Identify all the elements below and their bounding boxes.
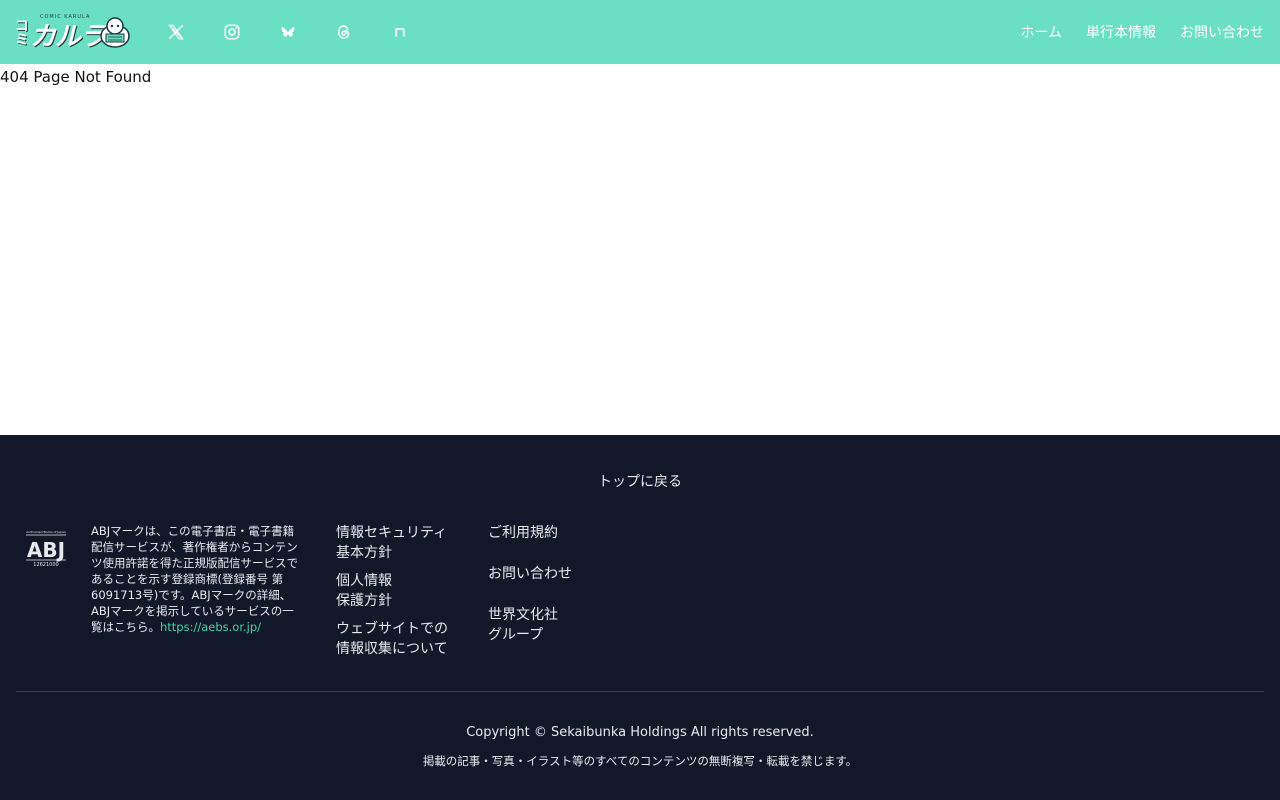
web-info-line2: 情報収集について: [336, 641, 448, 657]
x-icon[interactable]: [164, 20, 188, 44]
terms-link[interactable]: ご利用規約: [488, 523, 572, 543]
security-policy-line2: 基本方針: [336, 545, 392, 561]
not-found-message: 404 Page Not Found: [0, 68, 152, 86]
web-info-link[interactable]: ウェブサイトでの 情報収集について: [336, 619, 448, 659]
note-icon[interactable]: [388, 20, 412, 44]
nav-contact[interactable]: お問い合わせ: [1180, 22, 1264, 42]
web-info-line1: ウェブサイトでの: [336, 621, 448, 637]
abj-description: ABJマークは、この電子書店・電子書籍配信サービスが、著作権者からコンテンツ使用…: [91, 523, 305, 635]
privacy-policy-line1: 個人情報: [336, 573, 392, 589]
group-line1: 世界文化社: [488, 607, 558, 623]
instagram-icon[interactable]: [220, 20, 244, 44]
footer-contact-link[interactable]: お問い合わせ: [488, 564, 572, 584]
abj-mark-label: ABJ: [27, 538, 65, 562]
site-logo[interactable]: COMIC KARULA コミ カルラ: [13, 12, 134, 52]
security-policy-link[interactable]: 情報セキュリティ 基本方針: [336, 523, 448, 563]
nav-home[interactable]: ホーム: [1020, 22, 1062, 42]
privacy-policy-link[interactable]: 個人情報 保護方針: [336, 571, 448, 611]
footer-divider: [16, 691, 1264, 692]
abj-mark-number: 12621000: [33, 562, 58, 567]
security-policy-line1: 情報セキュリティ: [336, 525, 448, 541]
back-to-top-link[interactable]: トップに戻る: [0, 471, 1280, 491]
abj-link[interactable]: https://aebs.or.jp/: [160, 620, 261, 634]
logo-subtitle: COMIC KARULA: [40, 14, 91, 20]
logo-side-text: コミ: [13, 18, 29, 46]
footer-col-policies: 情報セキュリティ 基本方針 個人情報 保護方針 ウェブサイトでの 情報収集につい…: [336, 523, 448, 659]
nav-books[interactable]: 単行本情報: [1086, 22, 1156, 42]
bluesky-icon[interactable]: [276, 20, 300, 44]
copy-notice: 掲載の記事・写真・イラスト等のすべてのコンテンツの無断複写・転載を禁じます。: [422, 754, 858, 768]
abj-mark-icon[interactable]: Authorized Books of Japan ABJ 12621000: [24, 529, 68, 567]
abj-description-text: ABJマークは、この電子書店・電子書籍配信サービスが、著作権者からコンテンツ使用…: [91, 524, 298, 634]
site-footer: トップに戻る Authorized Books of Japan ABJ 126…: [0, 435, 1280, 800]
mascot-icon: [100, 17, 130, 48]
site-header: COMIC KARULA コミ カルラ ホーム 単行本情報 お問い合わせ: [0, 0, 1280, 64]
main-nav: ホーム 単行本情報 お問い合わせ: [1020, 0, 1264, 64]
copyright-text: Copyright © Sekaibunka Holdings All righ…: [466, 725, 814, 740]
group-line2: グループ: [488, 627, 544, 643]
logo-text: カルラ: [30, 21, 106, 52]
threads-icon[interactable]: [332, 20, 356, 44]
abj-mark-caption: Authorized Books of Japan: [26, 530, 66, 534]
footer-col-info: ご利用規約 お問い合わせ 世界文化社 グループ: [488, 523, 572, 645]
group-link[interactable]: 世界文化社 グループ: [488, 605, 572, 645]
privacy-policy-line2: 保護方針: [336, 593, 392, 609]
